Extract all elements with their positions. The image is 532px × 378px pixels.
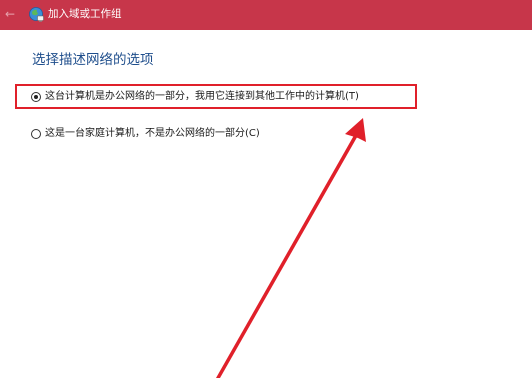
radio-button-unselected[interactable] [31,129,41,139]
title-bar: ← 加入域或工作组 [0,0,532,30]
page-heading: 选择描述网络的选项 [32,52,154,68]
radio-option-office-network[interactable]: 这台计算机是办公网络的一部分，我用它连接到其他工作中的计算机(T) [31,89,359,105]
window-title: 加入域或工作组 [48,8,122,20]
network-globe-icon [29,7,44,22]
radio-option-label: 这台计算机是办公网络的一部分，我用它连接到其他工作中的计算机(T) [45,91,359,102]
radio-option-label: 这是一台家庭计算机，不是办公网络的一部分(C) [45,128,260,139]
radio-option-home-computer[interactable]: 这是一台家庭计算机，不是办公网络的一部分(C) [31,126,260,142]
radio-button-selected[interactable] [31,92,41,102]
back-arrow-icon[interactable]: ← [3,6,17,22]
